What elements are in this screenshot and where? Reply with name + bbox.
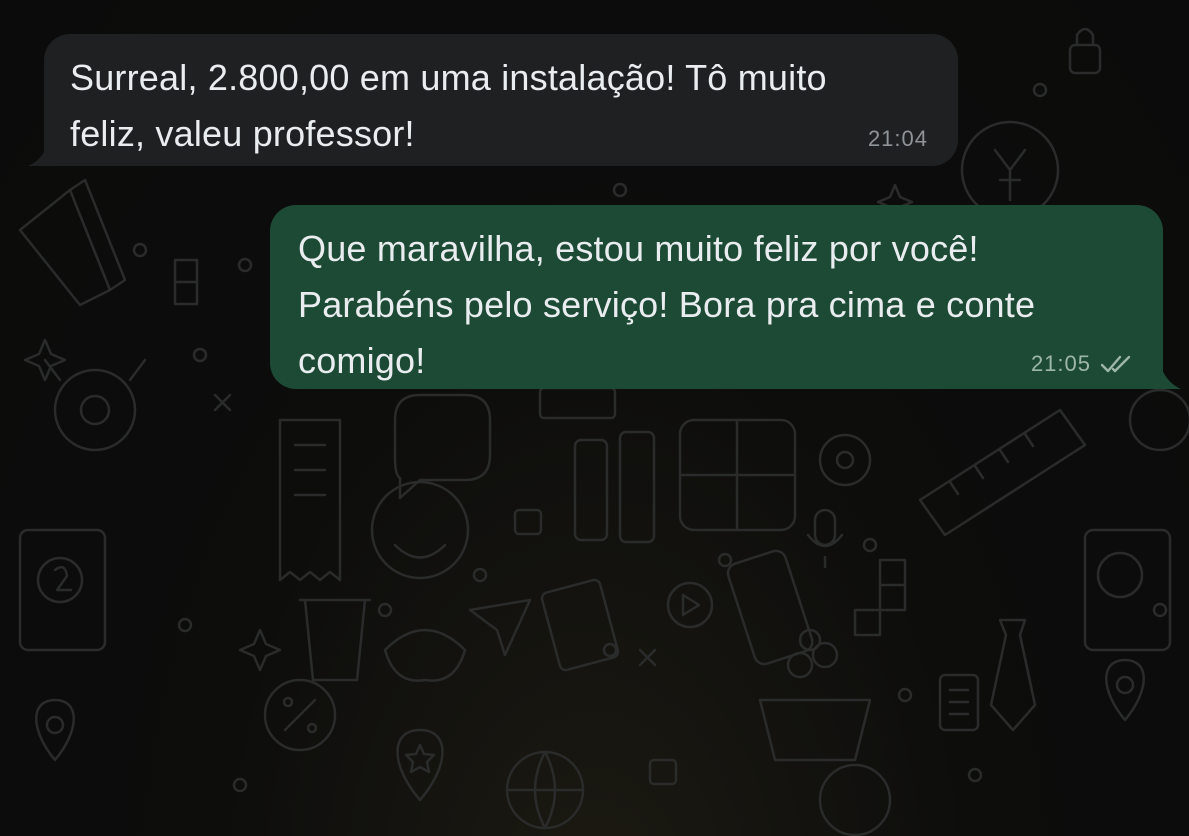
message-text: Que maravilha, estou muito feliz por voc…: [298, 228, 1036, 381]
message-timestamp: 21:05: [1031, 351, 1133, 377]
timestamp-text: 21:05: [1030, 351, 1091, 376]
message-text: Surreal, 2.800,00 em uma instalação! Tô …: [70, 57, 827, 154]
double-check-icon: [1100, 355, 1131, 373]
incoming-message[interactable]: Surreal, 2.800,00 em uma instalação! Tô …: [28, 34, 958, 166]
bubble-tail: [28, 144, 48, 166]
timestamp-text: 21:04: [867, 126, 928, 151]
bubble-tail: [1161, 367, 1181, 389]
outgoing-message[interactable]: Que maravilha, estou muito feliz por voc…: [270, 205, 1181, 389]
chat-area: Surreal, 2.800,00 em uma instalação! Tô …: [0, 0, 1189, 836]
message-timestamp: 21:04: [868, 126, 928, 152]
